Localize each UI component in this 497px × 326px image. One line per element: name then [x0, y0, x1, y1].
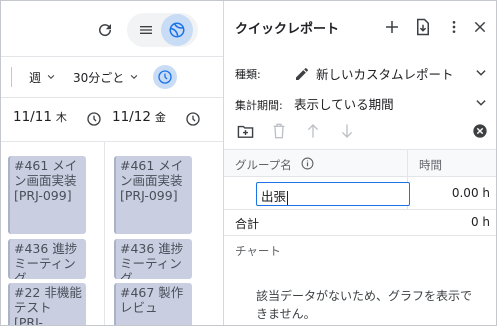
export-icon [417, 18, 429, 36]
period-label: 集計期間: [235, 99, 283, 112]
more-icon [452, 21, 456, 33]
event-text: #22 非機能テスト [PRJ- [14, 285, 82, 326]
calendar-event[interactable]: #461 メイン画面実装 [PRJ-099] [8, 156, 86, 234]
view-select[interactable]: 週 [29, 68, 56, 86]
row-divider [224, 209, 496, 210]
period-select[interactable]: 表示している期間 [294, 94, 394, 113]
add-group-button[interactable] [235, 121, 255, 141]
delete-button[interactable] [269, 121, 289, 141]
calendar-event[interactable]: #461 メイン画面実装 [PRJ-099] [114, 156, 192, 234]
calendar-event[interactable]: #436 進捗ミーティング [8, 239, 86, 279]
day-weekday: 金 [154, 111, 166, 124]
clock-icon [87, 112, 101, 126]
calendar-pane: 週 30分ごと 11/11 木 11/12 金 #461 メイン画面実装 [PR… [1, 1, 223, 326]
event-text: #436 進捗ミーティング [14, 241, 78, 279]
day-header-1: 11/12 金 [112, 109, 166, 125]
close-button[interactable] [468, 15, 492, 39]
col-group-header: グループ名 [235, 158, 292, 172]
add-report-button[interactable] [380, 15, 404, 39]
delete-icon [273, 123, 285, 139]
day-header-divider [1, 97, 223, 98]
list-view-button[interactable] [132, 16, 160, 44]
clock-icon [186, 112, 200, 126]
quick-report-panel: クイックレポート 種類: 新しいカスタムレポート 集計期間: 表示している期間 [223, 1, 496, 325]
day-header-0: 11/11 木 [13, 109, 67, 125]
menu-icon [140, 26, 152, 34]
row-time: 0.00 h [451, 186, 490, 200]
chevron-down-icon[interactable] [474, 66, 488, 80]
col-time-header: 時間 [419, 158, 442, 172]
group-name-value: 出張 [261, 189, 287, 204]
type-label: 種類: [235, 68, 261, 81]
panel-title: クイックレポート [235, 22, 340, 37]
add-folder-icon [237, 125, 253, 138]
chevron-down-icon[interactable] [474, 96, 488, 110]
interval-select-label: 30分ごと [73, 70, 125, 85]
day-weekday: 木 [55, 111, 67, 124]
globe-icon [169, 22, 185, 38]
view-select-label: 週 [29, 70, 42, 85]
close-icon [474, 21, 486, 33]
calendar-event[interactable]: #22 非機能テスト [PRJ- [8, 283, 86, 326]
more-button[interactable] [442, 15, 466, 39]
globe-view-button[interactable] [161, 14, 193, 46]
app-window: 週 30分ごと 11/11 木 11/12 金 #461 メイン画面実装 [PR… [0, 0, 497, 326]
clock-icon [158, 70, 172, 84]
move-down-button[interactable] [337, 121, 357, 141]
toolbar-divider [1, 56, 223, 57]
column-separator [104, 141, 105, 325]
day-date: 11/12 [112, 109, 151, 125]
chevron-down-icon [130, 74, 138, 79]
add-icon [386, 21, 398, 33]
arrow-up-icon [307, 124, 319, 138]
period-value: 表示している期間 [294, 97, 394, 112]
clear-button[interactable] [470, 121, 490, 141]
refresh-icon [99, 24, 112, 37]
move-up-button[interactable] [303, 121, 323, 141]
arrow-down-icon [341, 124, 353, 138]
time-mode-button[interactable] [153, 65, 177, 89]
type-value: 新しいカスタムレポート [316, 67, 454, 82]
info-icon[interactable] [301, 157, 314, 170]
day-date: 11/11 [13, 109, 52, 125]
text-cursor [287, 190, 289, 205]
grid-divider [1, 141, 223, 142]
event-text: #461 メイン画面実装 [PRJ-099] [120, 158, 184, 203]
chart-section-label: チャート [235, 244, 281, 258]
total-label: 合計 [235, 217, 260, 231]
calendar-event[interactable]: #467 製作レビュ [114, 283, 192, 325]
table-header: グループ名 時間 [224, 149, 496, 177]
event-text: #467 製作レビュ [120, 285, 184, 315]
type-select[interactable]: 新しいカスタムレポート [294, 64, 454, 83]
empty-chart-message: 該当データがないため、グラフを表示できません。 [256, 289, 473, 321]
interval-select[interactable]: 30分ごと [73, 68, 139, 86]
export-button[interactable] [411, 15, 435, 39]
total-value: 0 h [470, 215, 490, 229]
chevron-down-icon [47, 74, 55, 79]
event-text: #461 メイン画面実装 [PRJ-099] [14, 158, 78, 203]
row-divider [224, 235, 496, 236]
group-name-input[interactable]: 出張 [256, 182, 410, 206]
pencil-icon [296, 67, 308, 80]
calendar-event[interactable]: #436 進捗ミーティング [114, 239, 192, 279]
refresh-button[interactable] [93, 18, 117, 42]
event-text: #436 進捗ミーティング [120, 241, 184, 279]
toolbar-separator [11, 67, 12, 87]
clear-icon [473, 124, 487, 138]
